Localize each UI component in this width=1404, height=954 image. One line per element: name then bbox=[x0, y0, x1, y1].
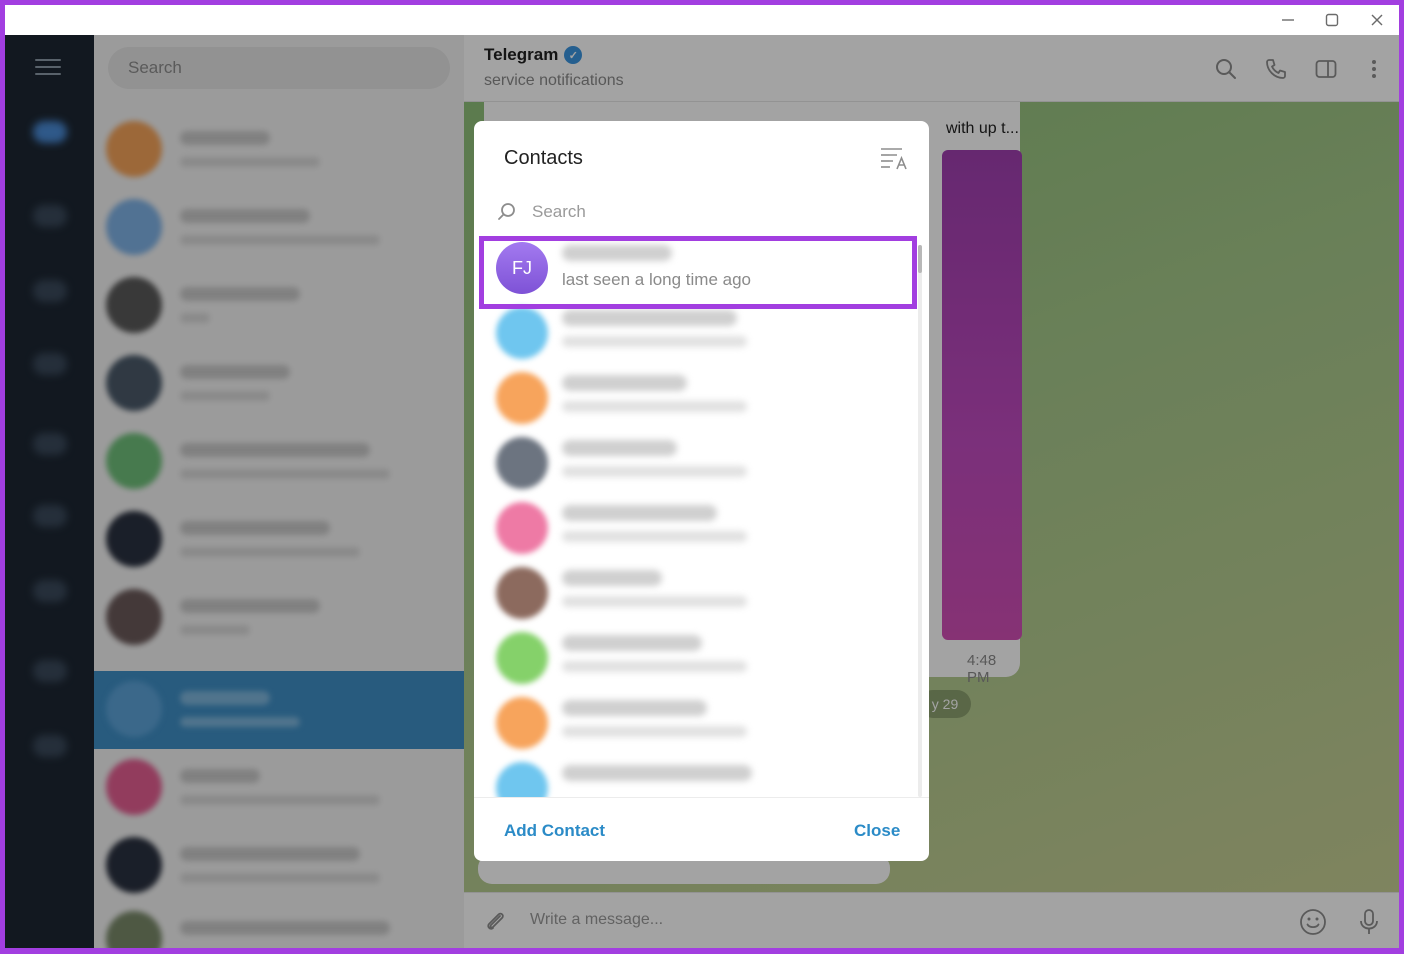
avatar bbox=[496, 632, 548, 684]
contacts-search-input[interactable]: Search bbox=[532, 202, 586, 222]
contact-item[interactable] bbox=[474, 560, 918, 625]
avatar bbox=[496, 372, 548, 424]
contact-item[interactable] bbox=[474, 300, 918, 365]
close-button[interactable]: Close bbox=[854, 821, 900, 841]
contact-name bbox=[562, 440, 677, 456]
contact-item[interactable] bbox=[474, 625, 918, 690]
contact-name bbox=[562, 700, 707, 716]
contact-status bbox=[562, 726, 747, 737]
dialog-title: Contacts bbox=[504, 147, 583, 169]
contact-item[interactable] bbox=[474, 430, 918, 495]
highlight-box bbox=[479, 236, 917, 309]
search-icon bbox=[496, 201, 518, 223]
close-window-icon[interactable] bbox=[1362, 9, 1392, 31]
scrollbar-track[interactable] bbox=[918, 245, 922, 797]
contact-item[interactable] bbox=[474, 495, 918, 560]
add-contact-button[interactable]: Add Contact bbox=[504, 821, 605, 841]
contact-status bbox=[562, 336, 747, 347]
contacts-list: FJ last seen a long time ago bbox=[474, 235, 918, 797]
avatar bbox=[496, 502, 548, 554]
avatar bbox=[496, 762, 548, 797]
contact-item[interactable] bbox=[474, 365, 918, 430]
window-titlebar bbox=[5, 5, 1399, 35]
contact-item[interactable] bbox=[474, 755, 918, 797]
contacts-search[interactable]: Search bbox=[496, 197, 906, 227]
avatar bbox=[496, 567, 548, 619]
contact-name bbox=[562, 635, 702, 651]
dialog-divider bbox=[474, 797, 929, 798]
contact-status bbox=[562, 401, 747, 412]
avatar bbox=[496, 437, 548, 489]
contact-status bbox=[562, 596, 747, 607]
contact-name bbox=[562, 570, 662, 586]
contact-name bbox=[562, 505, 717, 521]
sort-alphabetical-icon[interactable] bbox=[880, 145, 910, 171]
contact-item[interactable] bbox=[474, 690, 918, 755]
maximize-icon[interactable] bbox=[1317, 9, 1347, 31]
contacts-dialog: Contacts Search FJ last seen a long time… bbox=[474, 121, 929, 861]
avatar bbox=[496, 307, 548, 359]
contact-name bbox=[562, 765, 752, 781]
app-window: Search Telegram ✓ service notifications … bbox=[5, 5, 1399, 948]
contact-name bbox=[562, 310, 737, 326]
contact-name bbox=[562, 375, 687, 391]
minimize-icon[interactable] bbox=[1273, 9, 1303, 31]
contact-status bbox=[562, 466, 747, 477]
avatar bbox=[496, 697, 548, 749]
contact-status bbox=[562, 661, 747, 672]
contact-status bbox=[562, 531, 747, 542]
scrollbar-thumb[interactable] bbox=[918, 245, 922, 273]
